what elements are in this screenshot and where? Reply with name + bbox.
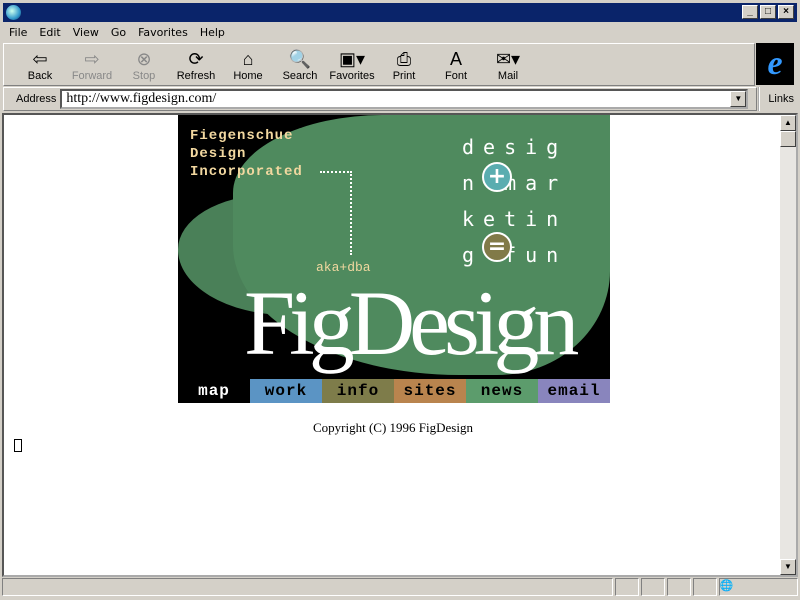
menu-view[interactable]: View: [67, 26, 105, 39]
button-label: Forward: [71, 69, 113, 82]
company-line: Fiegenschue: [190, 128, 294, 144]
company-line: Incorporated: [190, 164, 303, 180]
refresh-icon: ⟳: [188, 48, 204, 69]
stop-icon: ⊗: [136, 48, 152, 69]
copyright-text: Copyright (C) 1996 FigDesign: [313, 420, 473, 435]
ie-logo-icon: e: [756, 43, 794, 85]
dotted-connector: [320, 171, 352, 255]
internet-zone-icon: 🌐: [719, 580, 734, 592]
nav-news[interactable]: news: [466, 379, 538, 403]
button-label: Back: [27, 69, 53, 82]
address-value: http://www.figdesign.com/: [66, 91, 217, 106]
scroll-up-button[interactable]: ▲: [780, 115, 796, 131]
plus-circle-icon: +: [482, 162, 512, 192]
forward-arrow-icon: ⇨: [84, 48, 100, 69]
figdesign-logo: FigDesign: [244, 272, 579, 374]
back-button[interactable]: ⇦ Back: [14, 48, 66, 82]
status-text: [2, 578, 614, 596]
home-icon: ⌂: [242, 48, 254, 69]
status-bar: 🌐: [2, 578, 798, 598]
site-nav: map work info sites news email: [178, 379, 610, 403]
font-button[interactable]: A Font: [430, 48, 482, 82]
button-label: Search: [282, 69, 318, 82]
scroll-thumb[interactable]: [780, 131, 796, 147]
vertical-scrollbar[interactable]: ▲ ▼: [780, 115, 796, 575]
address-label: Address: [16, 93, 57, 105]
search-icon: 🔍: [288, 48, 312, 69]
company-line: Design: [190, 146, 247, 162]
title-bar: _ □ ×: [0, 0, 800, 22]
refresh-button[interactable]: ⟳ Refresh: [170, 48, 222, 82]
close-button[interactable]: ×: [778, 5, 794, 19]
minimize-button[interactable]: _: [742, 5, 758, 19]
broken-image-placeholder: [14, 439, 22, 452]
button-label: Favorites: [329, 69, 375, 82]
equals-circle-icon: =: [482, 232, 512, 262]
status-pane: [615, 578, 640, 596]
favorites-folder-icon: ▣▾: [338, 48, 366, 69]
nav-sites[interactable]: sites: [394, 379, 466, 403]
menu-go[interactable]: Go: [105, 26, 132, 39]
maximize-button[interactable]: □: [760, 5, 776, 19]
ie-app-icon[interactable]: [6, 5, 21, 20]
page-viewport: Fiegenschue Design Incorporated aka+dba …: [2, 113, 798, 577]
button-label: Stop: [132, 69, 156, 82]
status-pane: [641, 578, 665, 596]
status-pane: [666, 578, 691, 596]
favorites-button[interactable]: ▣▾ Favorites: [326, 48, 378, 82]
button-label: Font: [444, 69, 467, 82]
home-button[interactable]: ⌂ Home: [222, 48, 274, 82]
nav-map[interactable]: map: [178, 379, 250, 403]
search-button[interactable]: 🔍 Search: [274, 48, 326, 82]
zone-pane: 🌐: [718, 578, 798, 596]
slogan-text: desig n mar ketin g fun: [462, 135, 568, 267]
button-label: Refresh: [176, 69, 216, 82]
button-label: Home: [233, 69, 263, 82]
figdesign-banner: Fiegenschue Design Incorporated aka+dba …: [178, 115, 610, 403]
mail-button[interactable]: ✉▾ Mail: [482, 48, 534, 82]
toolbar: ⇦ Back ⇨ Forward ⊗ Stop ⟳ Refresh ⌂ Home 🔍 Search ▣▾…: [3, 43, 755, 86]
button-label: Mail: [497, 69, 519, 82]
back-arrow-icon: ⇦: [32, 48, 48, 69]
forward-button[interactable]: ⇨ Forward: [66, 48, 118, 82]
menu-file[interactable]: File: [3, 26, 33, 39]
mail-icon: ✉▾: [495, 48, 521, 69]
menu-favorites[interactable]: Favorites: [132, 26, 194, 39]
nav-email[interactable]: email: [538, 379, 610, 403]
scroll-down-button[interactable]: ▼: [780, 559, 796, 575]
status-pane: [692, 578, 717, 596]
print-icon: ⎙: [396, 48, 412, 69]
nav-info[interactable]: info: [322, 379, 394, 403]
address-input[interactable]: http://www.figdesign.com/ ▼: [60, 89, 749, 109]
address-bar: Address http://www.figdesign.com/ ▼: [3, 87, 757, 111]
address-dropdown-button[interactable]: ▼: [730, 91, 747, 107]
links-button[interactable]: Links: [758, 87, 794, 111]
nav-work[interactable]: work: [250, 379, 322, 403]
font-icon: A: [449, 48, 462, 69]
company-name: Fiegenschue Design Incorporated: [190, 127, 303, 181]
menu-bar: File Edit View Go Favorites Help: [3, 22, 231, 42]
menu-edit[interactable]: Edit: [33, 26, 66, 39]
stop-button[interactable]: ⊗ Stop: [118, 48, 170, 82]
print-button[interactable]: ⎙ Print: [378, 48, 430, 82]
menu-help[interactable]: Help: [194, 26, 231, 39]
button-label: Print: [392, 69, 416, 82]
